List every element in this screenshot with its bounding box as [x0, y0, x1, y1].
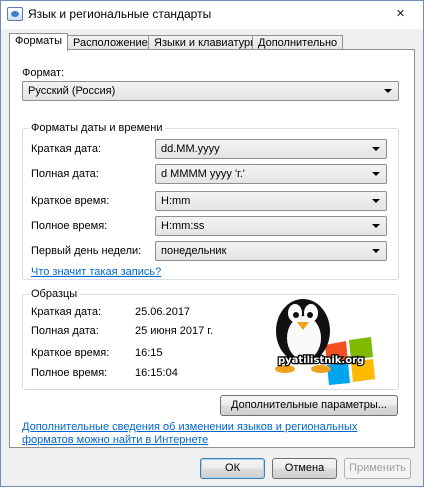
datetime-group-title: Форматы даты и времени: [29, 122, 165, 134]
chevron-down-icon: [372, 172, 380, 176]
info-link-line1[interactable]: Дополнительные сведения об изменении язы…: [22, 421, 357, 433]
long-date-label: Полная дата:: [31, 168, 99, 180]
sample-long-time-label: Полное время:: [31, 367, 108, 379]
tab-formats[interactable]: Форматы: [9, 33, 68, 51]
info-link-line2[interactable]: форматов можно найти в Интернете: [22, 434, 208, 446]
sample-long-date-label: Полная дата:: [31, 325, 99, 337]
window-title: Язык и региональные стандарты: [28, 7, 212, 21]
format-select[interactable]: Русский (Россия): [22, 81, 399, 101]
first-day-select[interactable]: понедельник: [155, 241, 387, 261]
close-button[interactable]: ✕: [387, 6, 414, 22]
apply-button[interactable]: Применить: [344, 458, 411, 479]
first-day-label: Первый день недели:: [31, 245, 142, 257]
short-date-value: dd.MM.yyyy: [161, 143, 220, 155]
long-time-label: Полное время:: [31, 220, 108, 232]
short-date-label: Краткая дата:: [31, 143, 102, 155]
format-select-value: Русский (Россия): [28, 85, 116, 97]
format-label: Формат:: [22, 67, 65, 79]
first-day-value: понедельник: [161, 245, 227, 257]
chevron-down-icon: [372, 224, 380, 228]
help-notation-link[interactable]: Что значит такая запись?: [31, 266, 161, 278]
long-time-select[interactable]: H:mm:ss: [155, 216, 387, 236]
long-date-value: d MMMM yyyy 'г.': [161, 168, 245, 180]
cancel-button[interactable]: Отмена: [272, 458, 337, 479]
chevron-down-icon: [372, 249, 380, 253]
watermark-logo: pyatilistnik.org: [275, 299, 375, 385]
sample-long-date-value: 25 июня 2017 г.: [135, 325, 214, 337]
short-time-value: H:mm: [161, 195, 191, 207]
chevron-down-icon: [372, 199, 380, 203]
long-date-select[interactable]: d MMMM yyyy 'г.': [155, 164, 387, 184]
additional-settings-button[interactable]: Дополнительные параметры...: [220, 395, 398, 416]
long-time-value: H:mm:ss: [161, 220, 205, 232]
globe-icon: [7, 7, 23, 21]
svg-text:pyatilistnik.org: pyatilistnik.org: [278, 355, 364, 366]
chevron-down-icon: [372, 147, 380, 151]
sample-short-date-label: Краткая дата:: [31, 306, 102, 318]
chevron-down-icon: [384, 89, 392, 93]
short-date-select[interactable]: dd.MM.yyyy: [155, 139, 387, 159]
regional-settings-dialog: Язык и региональные стандарты ✕ Форматы …: [0, 0, 424, 487]
sample-short-date-value: 25.06.2017: [135, 306, 191, 318]
tab-location[interactable]: Расположение: [67, 35, 154, 50]
sample-short-time-label: Краткое время:: [31, 347, 110, 359]
tab-additional[interactable]: Дополнительно: [252, 35, 344, 50]
ok-button[interactable]: ОК: [200, 458, 265, 479]
sample-short-time-value: 16:15: [135, 347, 163, 359]
short-time-select[interactable]: H:mm: [155, 191, 387, 211]
samples-group-title: Образцы: [29, 288, 80, 300]
tab-languages-keyboards[interactable]: Языки и клавиатуры: [148, 35, 265, 50]
title-bar: Язык и региональные стандарты ✕: [1, 1, 423, 29]
short-time-label: Краткое время:: [31, 195, 110, 207]
sample-long-time-value: 16:15:04: [135, 367, 178, 379]
